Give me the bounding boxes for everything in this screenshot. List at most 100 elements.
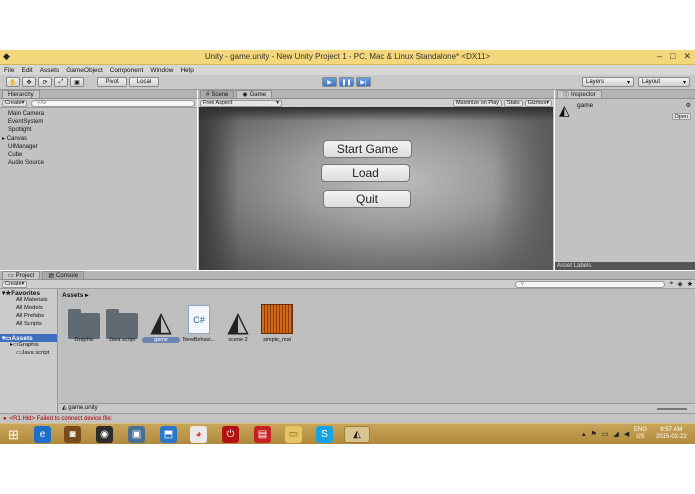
menu-help[interactable]: Help <box>180 67 193 74</box>
unity-taskbar-icon[interactable]: ◭ <box>344 426 370 443</box>
menu-edit[interactable]: Edit <box>21 67 32 74</box>
layers-dropdown[interactable]: Layers ▾ <box>582 77 634 87</box>
volume-icon[interactable]: ◀ <box>624 430 629 438</box>
hierarchy-item[interactable]: Spotlight <box>0 126 197 134</box>
tab-game[interactable]: ◉ Game <box>236 90 272 98</box>
quit-button[interactable]: Quit <box>323 190 411 208</box>
hierarchy-item[interactable]: Cube <box>0 151 197 159</box>
language-indicator[interactable]: ENG US <box>634 427 647 441</box>
icon-size-slider[interactable] <box>657 408 687 410</box>
asset-folder-item[interactable]: ▸▭Graphis <box>0 342 57 350</box>
label-icon[interactable]: ◈ <box>677 280 682 288</box>
asset-name[interactable]: NewBehavi... <box>180 337 218 343</box>
media-app-icon[interactable]: ◙ <box>64 426 81 443</box>
maximize-button[interactable]: □ <box>670 51 675 62</box>
favorite-item[interactable]: All Scripts <box>0 321 57 329</box>
menu-gameobject[interactable]: GameObject <box>66 67 103 74</box>
load-button[interactable]: Load <box>321 164 410 182</box>
asset-name[interactable]: simple_mai <box>258 337 296 343</box>
csharp-script-icon[interactable]: C# <box>188 305 210 334</box>
asset-folder-item[interactable]: ▭Java script <box>0 350 57 358</box>
move-tool-icon[interactable]: ✥ <box>22 77 36 87</box>
favorites-header[interactable]: ▾★Favorites <box>0 289 57 297</box>
favorite-item[interactable]: All Prefabs <box>0 313 57 321</box>
clock[interactable]: 9:57 AM 2015-02-22 <box>656 427 687 441</box>
inspector-open-button[interactable]: Open <box>671 113 691 120</box>
hierarchy-create-button[interactable]: Create ▾ <box>2 99 28 107</box>
folder-icon[interactable] <box>106 309 138 339</box>
aspect-dropdown[interactable]: Free Aspect ▾ <box>200 99 282 107</box>
stats-toggle[interactable]: Stats <box>504 99 523 107</box>
menu-window[interactable]: Window <box>150 67 173 74</box>
start-game-button[interactable]: Start Game <box>323 140 412 158</box>
asset-labels-bar[interactable]: Asset Labels <box>555 262 695 270</box>
hierarchy-item[interactable]: Main Camera <box>0 110 197 118</box>
rect-tool-icon[interactable]: ▣ <box>70 77 84 87</box>
project-search-input[interactable]: ⚲ <box>515 280 666 288</box>
internet-explorer-icon[interactable]: e <box>34 426 51 443</box>
tab-hierarchy[interactable]: Hierarchy <box>2 90 40 98</box>
camera-app-icon[interactable]: ◉ <box>96 426 113 443</box>
favorite-item[interactable]: All Materials <box>0 297 57 305</box>
pdf-reader-icon[interactable]: ▤ <box>254 426 271 443</box>
store-app-icon[interactable]: ⬒ <box>160 426 177 443</box>
filter-icon[interactable]: ⌖ <box>669 280 673 288</box>
maximize-label: Maximize on Play <box>455 100 500 106</box>
region-label: US <box>636 434 645 440</box>
battery-icon[interactable]: ▭ <box>602 430 609 438</box>
assets-tree-header[interactable]: ▾▭Assets <box>0 334 57 342</box>
pause-button[interactable]: ❚❚ <box>339 77 354 87</box>
star-icon[interactable]: ★ <box>687 280 693 288</box>
hierarchy-item[interactable]: EventSystem <box>0 118 197 126</box>
load-label: Load <box>352 166 379 180</box>
tab-project[interactable]: ▭ Project <box>2 271 41 279</box>
error-icon: ● <box>3 415 7 422</box>
chevron-up-icon[interactable]: ▴ <box>582 430 586 438</box>
windows-start-icon[interactable]: ⊞ <box>5 426 22 443</box>
tab-console[interactable]: ▤ Console <box>42 271 85 279</box>
menu-component[interactable]: Component <box>110 67 144 74</box>
asset-name[interactable]: Java script <box>103 337 141 343</box>
assets-breadcrumb[interactable]: Assets ▸ <box>59 289 695 299</box>
asset-name-selected[interactable]: game <box>142 337 180 343</box>
hierarchy-item[interactable]: Audio Source <box>0 159 197 167</box>
skype-icon[interactable]: S <box>316 426 333 443</box>
step-button[interactable]: ▶| <box>356 77 371 87</box>
layout-dropdown[interactable]: Layout ▾ <box>638 77 690 87</box>
game-viewport[interactable]: Start Game Load Quit <box>199 107 553 270</box>
minimize-button[interactable]: – <box>657 51 662 62</box>
local-button[interactable]: Local <box>129 77 159 87</box>
hierarchy-item[interactable]: ▸ Canvas <box>0 135 197 143</box>
tab-inspector[interactable]: ⓘ Inspector <box>557 90 602 99</box>
settings-gear-icon[interactable]: ⚙ <box>686 102 691 109</box>
rotate-tool-icon[interactable]: ⟳ <box>38 77 52 87</box>
unity-scene-icon[interactable]: ◭ <box>222 306 254 338</box>
hierarchy-item[interactable]: UIManager <box>0 143 197 151</box>
file-explorer-icon[interactable]: ▭ <box>285 426 302 443</box>
audio-clip-icon[interactable] <box>261 304 293 334</box>
play-button[interactable]: ▶ <box>322 77 337 87</box>
menu-file[interactable]: File <box>4 67 14 74</box>
app-icon[interactable]: ▣ <box>128 426 145 443</box>
scale-tool-icon[interactable]: ⤢ <box>54 77 68 87</box>
tab-scene[interactable]: # Scene <box>200 90 235 98</box>
close-button[interactable]: ✕ <box>683 51 691 62</box>
pivot-button[interactable]: Pivot <box>97 77 127 87</box>
hierarchy-search-input[interactable]: ⚲ All <box>31 99 195 107</box>
network-icon[interactable]: ◢ <box>613 430 618 438</box>
folder-icon[interactable] <box>68 309 100 339</box>
power-app-icon[interactable]: ⏻ <box>222 426 239 443</box>
asset-name[interactable]: Graphis <box>65 337 103 343</box>
unity-scene-icon[interactable]: ◭ <box>145 306 177 338</box>
favorite-item[interactable]: All Models <box>0 305 57 313</box>
hand-tool-icon[interactable]: ✋ <box>6 77 20 87</box>
assets-label: Assets <box>11 335 33 342</box>
status-message[interactable]: <R1.Hid> Failed to connect device file: <box>10 416 113 422</box>
menu-assets[interactable]: Assets <box>40 67 60 74</box>
flag-icon[interactable]: ⚑ <box>591 430 597 438</box>
chrome-icon[interactable]: ◕ <box>190 426 207 443</box>
maximize-on-play-toggle[interactable]: Maximize on Play <box>452 99 503 107</box>
gizmos-dropdown[interactable]: Gizmos ▾ <box>524 99 552 107</box>
project-create-button[interactable]: Create ▾ <box>2 280 28 288</box>
asset-name[interactable]: scene 2 <box>219 337 257 343</box>
